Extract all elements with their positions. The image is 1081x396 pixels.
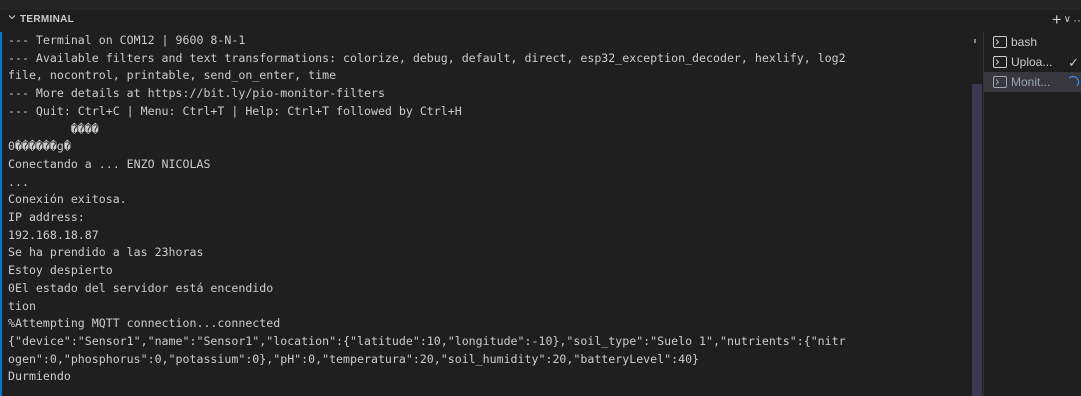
terminal-line: Conectando a ... ENZO NICOLAS (8, 156, 211, 171)
terminal-tabs-list: bash Uploa... ✓ Monit... (984, 32, 1081, 396)
terminal-output[interactable]: --- Terminal on COM12 | 9600 8-N-1 --- Av… (8, 32, 968, 396)
terminal-tab-upload[interactable]: Uploa... ✓ (984, 52, 1081, 72)
panel-title[interactable]: TERMINAL (20, 14, 74, 25)
check-icon: ✓ (1068, 55, 1079, 70)
terminal-line: ogen":0,"phosphorus":0,"potassium":0},"p… (8, 351, 700, 366)
terminal-line: Se ha prendido a las 23horas (8, 245, 204, 260)
terminal-tab-label: Uploa... (1011, 55, 1053, 69)
add-terminal-button[interactable]: + (1052, 11, 1062, 28)
terminal-line: --- Quit: Ctrl+C | Menu: Ctrl+T | Help: … (8, 103, 462, 118)
terminal-line: ... (8, 174, 29, 189)
terminal-lines: --- Terminal on COM12 | 9600 8-N-1 --- Av… (8, 32, 968, 386)
chevron-down-icon[interactable] (8, 13, 16, 21)
terminal-line: file, nocontrol, printable, send_on_ente… (8, 68, 337, 83)
terminal-line: 0������g� (8, 139, 71, 154)
terminal-panel: TERMINAL + ∨ ·· --- Terminal on COM12 | … (0, 0, 1081, 396)
spinner-icon (1067, 76, 1079, 88)
terminal-icon (993, 36, 1007, 48)
terminal-line: Conexión exitosa. (8, 192, 127, 207)
terminal-icon (993, 56, 1007, 68)
terminal-line: --- More details at https://bit.ly/pio-m… (8, 86, 385, 101)
terminal-tab-label: Monit... (1011, 75, 1051, 89)
terminal-line: Estoy despierto (8, 263, 113, 278)
terminal-line: 192.168.18.87 (8, 227, 99, 242)
panel-header: TERMINAL + ∨ ·· (0, 10, 1081, 32)
focus-border (0, 32, 2, 396)
terminal-icon (993, 76, 1007, 88)
scroll-marker (974, 39, 976, 43)
terminal-line: 0El estado del servidor está encendido (8, 280, 274, 295)
terminal-line: %Attempting MQTT connection...connected (8, 316, 281, 331)
top-strip (0, 0, 1081, 10)
more-actions-button[interactable]: ·· (1073, 12, 1081, 28)
terminal-tab-label: bash (1011, 35, 1038, 49)
terminal-scrollbar[interactable] (972, 84, 982, 396)
terminal-line: --- Terminal on COM12 | 9600 8-N-1 (8, 33, 246, 47)
panel-actions: + ∨ ·· (1052, 11, 1081, 28)
terminal-dropdown-button[interactable]: ∨ (1064, 12, 1071, 28)
terminal-line: IP address: (8, 210, 85, 225)
terminal-line: ���� (8, 121, 99, 136)
terminal-tab-bash[interactable]: bash (984, 32, 1081, 52)
terminal-line: Durmiendo (8, 369, 71, 384)
terminal-tab-monitor[interactable]: Monit... (984, 72, 1081, 92)
terminal-line: tion (8, 298, 36, 313)
terminal-line: --- Available filters and text transform… (8, 50, 846, 65)
terminal-line: {"device":"Sensor1","name":"Sensor1","lo… (8, 333, 846, 348)
